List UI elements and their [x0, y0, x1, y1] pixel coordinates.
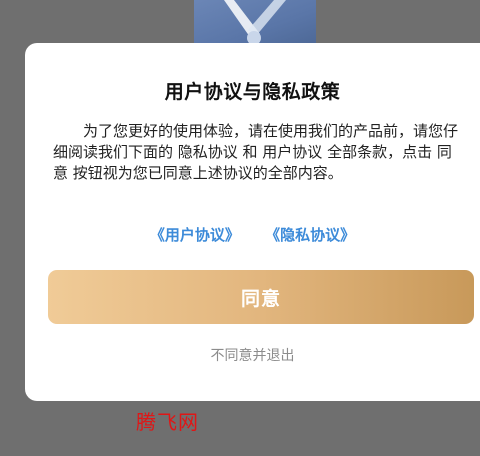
user-agreement-link[interactable]: 《用户协议》 — [150, 226, 240, 244]
privacy-dialog: 用户协议与隐私政策 为了您更好的使用体验，请在使用我们的产品前，请您仔细阅读我们… — [25, 43, 480, 401]
agree-button[interactable]: 同意 — [48, 270, 474, 324]
tools-icon — [224, 0, 286, 45]
dialog-body-text: 为了您更好的使用体验，请在使用我们的产品前，请您仔细阅读我们下面的 隐私协议 和… — [53, 122, 459, 182]
privacy-agreement-link[interactable]: 《隐私协议》 — [265, 226, 355, 244]
agreement-links: 《用户协议》 《隐私协议》 — [25, 224, 480, 245]
background-app-image — [194, 0, 316, 46]
dialog-title: 用户协议与隐私政策 — [164, 81, 341, 103]
watermark-text: 腾飞网 — [136, 410, 199, 434]
disagree-exit-link[interactable]: 不同意并退出 — [25, 345, 480, 365]
